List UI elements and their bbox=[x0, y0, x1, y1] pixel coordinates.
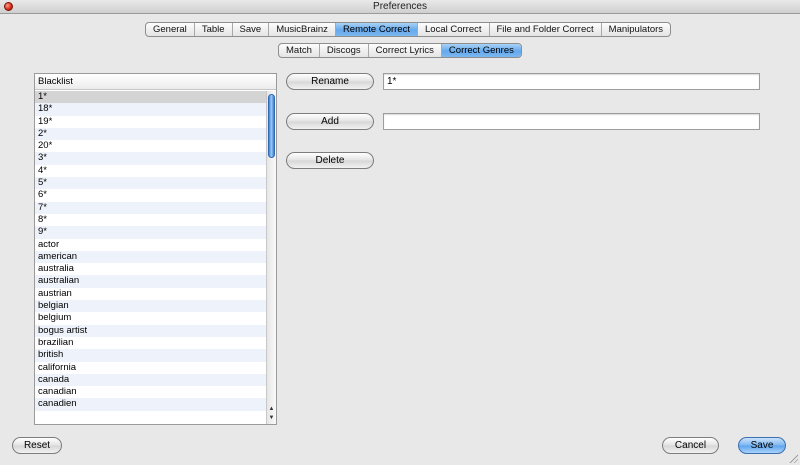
list-item[interactable]: 1* bbox=[35, 91, 267, 104]
sub-tab-bar: Match Discogs Correct Lyrics Correct Genres bbox=[278, 43, 522, 58]
list-item[interactable]: belgium bbox=[35, 312, 267, 324]
reset-button[interactable]: Reset bbox=[12, 437, 62, 454]
list-item[interactable]: british bbox=[35, 349, 267, 362]
cancel-button[interactable]: Cancel bbox=[662, 437, 719, 454]
list-item[interactable]: belgian bbox=[35, 300, 267, 313]
subtab-discogs[interactable]: Discogs bbox=[320, 44, 369, 57]
resize-grip-icon[interactable] bbox=[788, 453, 798, 463]
list-item[interactable]: california bbox=[35, 362, 267, 374]
list-item[interactable]: brazilian bbox=[35, 337, 267, 349]
subtab-correct-genres[interactable]: Correct Genres bbox=[441, 44, 521, 57]
blacklist-list[interactable]: Blacklist 1* 18* 19* 2* 20* 3* 4* 5* 6* 7* 8* 9* act… bbox=[34, 73, 277, 425]
list-item[interactable]: 19* bbox=[35, 116, 267, 128]
list-item[interactable]: 3* bbox=[35, 152, 267, 165]
scrollbar-thumb[interactable] bbox=[268, 94, 275, 158]
list-item[interactable]: canada bbox=[35, 373, 267, 387]
list-item[interactable]: american bbox=[35, 250, 267, 264]
subtab-correct-lyrics[interactable]: Correct Lyrics bbox=[369, 44, 442, 57]
delete-button[interactable]: Delete bbox=[286, 152, 374, 169]
tab-manipulators[interactable]: Manipulators bbox=[602, 23, 670, 36]
title-bar: Preferences bbox=[0, 0, 800, 14]
list-item[interactable]: 5* bbox=[35, 177, 267, 190]
list-item[interactable]: 6* bbox=[35, 189, 267, 201]
list-item[interactable]: 9* bbox=[35, 226, 267, 239]
tab-musicbrainz[interactable]: MusicBrainz bbox=[269, 23, 336, 36]
main-tab-bar: General Table Save MusicBrainz Remote Correc… bbox=[145, 22, 672, 37]
window-title: Preferences bbox=[373, 1, 427, 12]
list-item[interactable]: canadian bbox=[35, 386, 267, 398]
list-item[interactable]: canadien bbox=[35, 398, 267, 411]
blacklist-rows: 1* 18* 19* 2* 20* 3* 4* 5* 6* 7* 8* 9* actor american… bbox=[35, 91, 267, 424]
list-item[interactable]: 18* bbox=[35, 103, 267, 116]
list-item[interactable]: 7* bbox=[35, 201, 267, 214]
list-item[interactable]: 20* bbox=[35, 140, 267, 152]
list-item[interactable]: bogus artist bbox=[35, 324, 267, 337]
blacklist-scrollbar[interactable]: ▲ ▼ bbox=[266, 91, 276, 424]
tab-save[interactable]: Save bbox=[233, 23, 270, 36]
list-item[interactable]: actor bbox=[35, 239, 267, 251]
list-item[interactable]: 4* bbox=[35, 165, 267, 177]
add-field[interactable] bbox=[383, 113, 760, 130]
list-item[interactable]: 8* bbox=[35, 214, 267, 226]
list-item[interactable]: australia bbox=[35, 263, 267, 275]
list-item[interactable]: austrian bbox=[35, 288, 267, 300]
arrow-up-icon[interactable]: ▲ bbox=[267, 405, 276, 414]
rename-button[interactable]: Rename bbox=[286, 73, 374, 90]
tab-local-correct[interactable]: Local Correct bbox=[418, 23, 490, 36]
tab-table[interactable]: Table bbox=[195, 23, 233, 36]
save-button[interactable]: Save bbox=[738, 437, 786, 454]
blacklist-header[interactable]: Blacklist bbox=[35, 74, 276, 90]
subtab-match[interactable]: Match bbox=[279, 44, 320, 57]
list-item[interactable]: australian bbox=[35, 275, 267, 288]
list-item[interactable]: 2* bbox=[35, 127, 267, 141]
tab-file-and-folder-correct[interactable]: File and Folder Correct bbox=[490, 23, 602, 36]
rename-field[interactable]: 1* bbox=[383, 73, 760, 90]
arrow-down-icon[interactable]: ▼ bbox=[267, 414, 276, 423]
tab-general[interactable]: General bbox=[146, 23, 195, 36]
add-button[interactable]: Add bbox=[286, 113, 374, 130]
tab-remote-correct[interactable]: Remote Correct bbox=[335, 23, 418, 36]
preferences-window: General Table Save MusicBrainz Remote Correc… bbox=[0, 14, 800, 465]
